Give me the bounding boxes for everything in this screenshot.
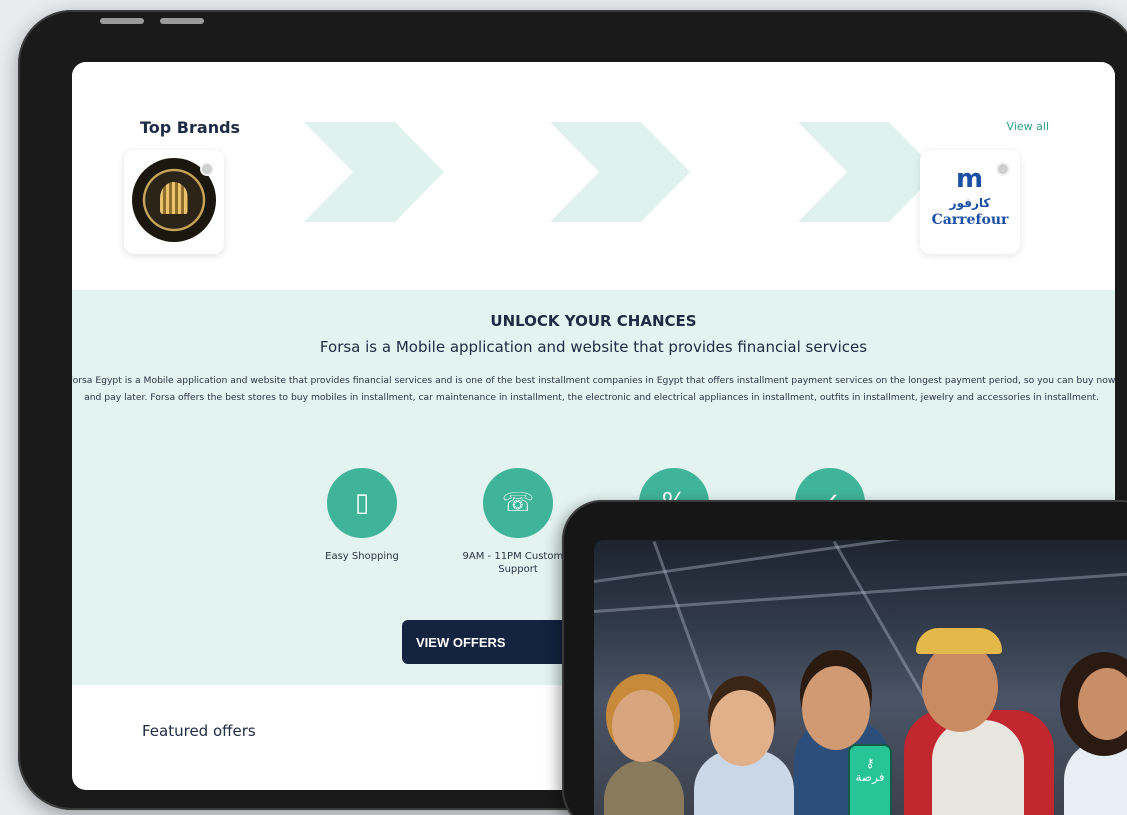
- volume-button: [160, 18, 204, 24]
- mobile-shopping-icon: ▯: [327, 468, 397, 538]
- cap-icon: [916, 628, 1002, 654]
- carrefour-logo: m: [956, 164, 984, 194]
- forsa-key-icon: ⚷: [865, 756, 875, 770]
- feature-customer-support: ☏ 9AM - 11PM Customer Support: [458, 468, 578, 576]
- campaign-photo: ⚷ فرصة: [594, 540, 1127, 815]
- phone-screen-text: فرصة: [855, 770, 885, 784]
- carousel-chevron: [798, 122, 938, 222]
- feature-easy-shopping: ▯ Easy Shopping: [302, 468, 422, 563]
- forsa-app-phone: ⚷ فرصة: [848, 744, 892, 815]
- person-head: [1078, 668, 1127, 740]
- brand-card-tajmahal[interactable]: [124, 150, 224, 254]
- person-shirt: [932, 720, 1024, 815]
- carousel-chevron: [550, 122, 690, 222]
- carousel-chevron: [304, 122, 444, 222]
- top-brands-title: Top Brands: [140, 118, 241, 137]
- person-head: [612, 690, 674, 762]
- favorite-icon[interactable]: [996, 162, 1010, 176]
- carrefour-english-name: Carrefour: [931, 212, 1009, 228]
- person-head: [802, 666, 870, 750]
- ceiling-beam: [594, 540, 1127, 583]
- front-tablet: ⚷ فرصة: [562, 500, 1127, 815]
- unlock-subtitle: Forsa is a Mobile application and websit…: [319, 338, 868, 356]
- brand-card-carrefour[interactable]: m كارفور Carrefour: [920, 150, 1020, 254]
- unlock-description: Forsa Egypt is a Mobile application and …: [72, 375, 1115, 403]
- carrefour-arabic-name: كارفور: [949, 196, 991, 210]
- feature-label: 9AM - 11PM Customer Support: [462, 551, 574, 575]
- person-body: [604, 760, 684, 815]
- person-head: [922, 642, 998, 732]
- chat-support-icon: ☏: [483, 468, 553, 538]
- featured-offers-title: Featured offers: [142, 722, 256, 740]
- top-brands-section: Top Brands View all m كارفور Carrefour: [72, 62, 1115, 290]
- volume-button: [100, 18, 144, 24]
- feature-label: Easy Shopping: [325, 551, 399, 562]
- view-all-link[interactable]: View all: [1007, 120, 1049, 133]
- dome-icon: [160, 182, 188, 214]
- person-head: [710, 690, 774, 766]
- unlock-title: UNLOCK YOUR CHANCES: [490, 312, 697, 330]
- favorite-icon[interactable]: [200, 162, 214, 176]
